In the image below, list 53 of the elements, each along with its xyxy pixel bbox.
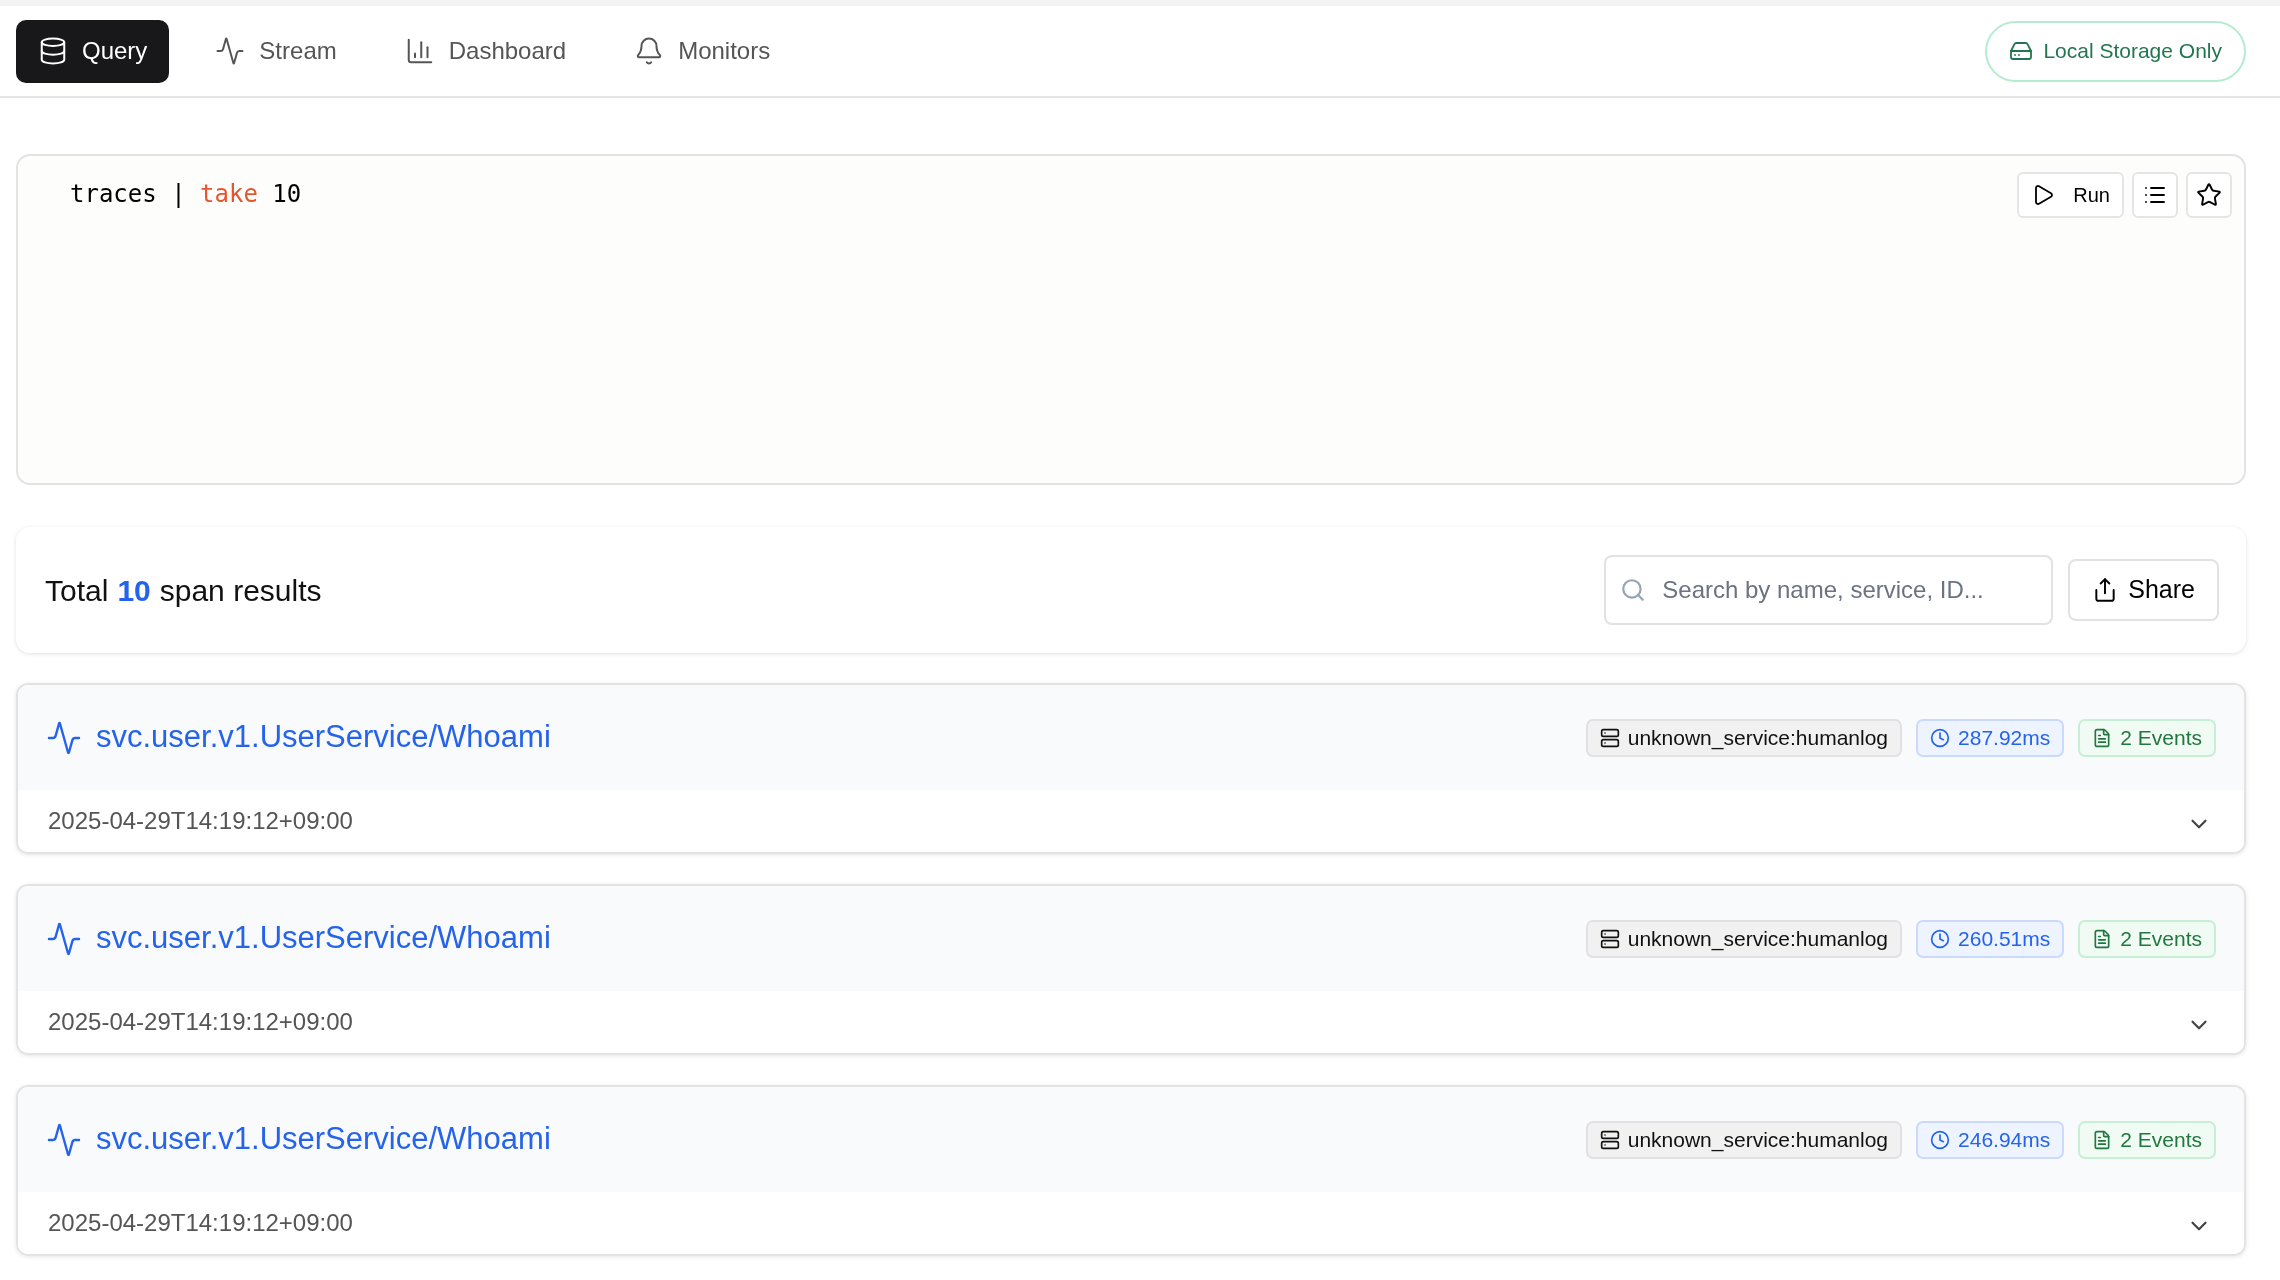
service-badge: unknown_service:humanlog: [1585, 919, 1903, 958]
service-badge: unknown_service:humanlog: [1585, 1120, 1903, 1159]
results-label: Total: [45, 572, 109, 609]
nav-tab[interactable]: Monitors: [612, 19, 793, 83]
query-editor[interactable]: traces | take 10 Run: [16, 154, 2246, 485]
clock-icon: [1930, 727, 1951, 748]
span-card[interactable]: svc.user.v1.UserService/Whoami unknown_service:humanlog 246.94ms 2 Events 2025-04-29T14:19:12+09:00: [16, 1085, 2246, 1256]
span-timestamp: 2025-04-29T14:19:12+09:00: [48, 806, 353, 836]
document-icon: [2092, 1129, 2113, 1150]
search-field[interactable]: Search by name, service, ID...: [1604, 555, 2054, 625]
duration-badge: 246.94ms: [1916, 1120, 2065, 1159]
server-icon: [1599, 727, 1620, 748]
share-button[interactable]: Share: [2068, 559, 2219, 621]
pulse-icon: [46, 719, 82, 756]
clock-icon: [1930, 928, 1951, 949]
pulse-icon: [215, 36, 246, 66]
database-icon: [38, 36, 68, 66]
code-token: take: [200, 179, 258, 210]
duration-badge: 260.51ms: [1916, 919, 2065, 958]
document-icon: [2092, 727, 2113, 748]
duration-badge: 287.92ms: [1916, 718, 2065, 757]
span-timestamp: 2025-04-29T14:19:12+09:00: [48, 1208, 353, 1238]
pulse-icon: [46, 920, 82, 957]
service-badge: unknown_service:humanlog: [1585, 718, 1903, 757]
clock-icon: [1930, 1129, 1951, 1150]
results-label: span results: [159, 572, 322, 609]
results-count: 10: [117, 572, 151, 609]
nav-tab[interactable]: Stream: [193, 19, 359, 83]
document-icon: [2092, 928, 2113, 949]
list-button[interactable]: [2132, 172, 2178, 218]
nav-tab[interactable]: Query: [16, 19, 170, 83]
star-icon: [2196, 182, 2222, 208]
server-icon: [1599, 928, 1620, 949]
span-name[interactable]: svc.user.v1.UserService/Whoami: [96, 1116, 551, 1163]
nav-tab[interactable]: Dashboard: [382, 19, 589, 83]
code-token: 10: [272, 179, 302, 210]
span-card[interactable]: svc.user.v1.UserService/Whoami unknown_service:humanlog 260.51ms 2 Events 2025-04-29T14:19:12+09:00: [16, 884, 2246, 1055]
server-icon: [1599, 1129, 1620, 1150]
span-card[interactable]: svc.user.v1.UserService/Whoami unknown_service:humanlog 287.92ms 2 Events 2025-04-29T14:19:12+09:00: [16, 683, 2246, 854]
favorite-button[interactable]: [2186, 172, 2232, 218]
run-button[interactable]: Run: [2017, 172, 2124, 218]
span-timestamp: 2025-04-29T14:19:12+09:00: [48, 1007, 353, 1037]
events-badge: 2 Events: [2078, 1120, 2216, 1159]
hard-drive-icon: [2009, 39, 2034, 63]
storage-badge: Local Storage Only: [1985, 20, 2246, 82]
span-name[interactable]: svc.user.v1.UserService/Whoami: [96, 714, 551, 761]
code-token: |: [171, 179, 186, 210]
span-name[interactable]: svc.user.v1.UserService/Whoami: [96, 915, 551, 962]
code-token: traces: [70, 179, 157, 210]
events-badge: 2 Events: [2078, 718, 2216, 757]
search-icon: [1620, 577, 1647, 603]
pulse-icon: [46, 1121, 82, 1158]
events-badge: 2 Events: [2078, 919, 2216, 958]
